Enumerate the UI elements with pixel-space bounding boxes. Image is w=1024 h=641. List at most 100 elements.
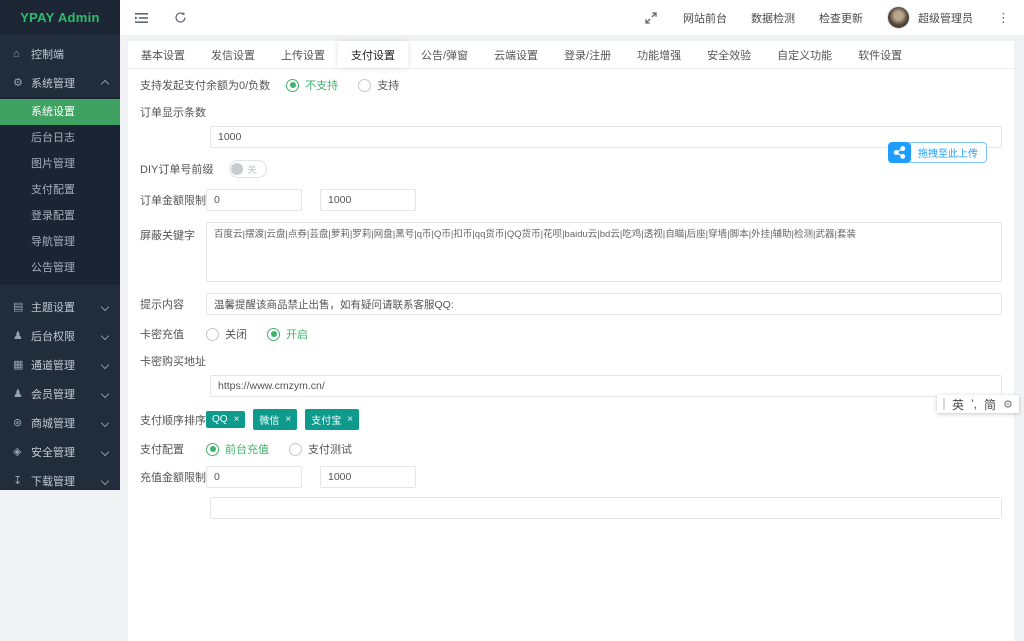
sidebar-item-label: 系统管理	[31, 77, 75, 90]
recharge-amount-row: 充值金额限制	[140, 466, 1002, 488]
tip-input[interactable]	[206, 293, 1002, 315]
tab-upload-settings[interactable]: 上传设置	[268, 41, 338, 68]
remove-tag-icon[interactable]: ×	[234, 414, 240, 425]
pay-order-tag-qq[interactable]: QQ ×	[206, 411, 246, 428]
pay-order-label: 支付顺序排序	[140, 414, 206, 427]
sidebar-item-login-config[interactable]: 登录配置	[0, 203, 120, 229]
order-amount-label: 订单金额限制	[140, 195, 206, 207]
sidebar-item-image-management[interactable]: 图片管理	[0, 151, 120, 177]
sidebar-item-mall-management[interactable]: ⊛ 商城管理	[0, 408, 120, 437]
toggle-knob	[231, 163, 244, 175]
chevron-down-icon	[100, 418, 110, 427]
keywords-label: 屏蔽关键字	[140, 230, 195, 242]
pay-config-test-option[interactable]: 支付测试	[308, 441, 352, 457]
order-count-input[interactable]	[210, 126, 1002, 148]
sidebar-item-channel-management[interactable]: ▦ 通道管理	[0, 350, 120, 379]
order-amount-min-input[interactable]	[206, 189, 302, 211]
shield-icon: ◈	[13, 446, 22, 458]
keywords-textarea[interactable]: 百度云|摆渡|云盘|点券|芸盘|萝莉|罗莉|网盘|黑号|q币|Q币|扣币|qq货…	[206, 222, 1002, 282]
upload-hint-label: 拖拽至此上传	[908, 142, 987, 163]
diy-prefix-row: DIY订单号前缀 关	[140, 160, 1002, 178]
upload-dropzone[interactable]: 拖拽至此上传	[888, 142, 987, 163]
card-url-row: 卡密购买地址	[140, 353, 1002, 397]
tab-security-verify[interactable]: 安全效验	[694, 41, 764, 68]
collapse-sidebar-icon[interactable]	[134, 10, 150, 26]
balance-pay-label: 支持发起支付余额为0/负数	[140, 80, 271, 92]
card-recharge-off-radio[interactable]	[206, 327, 219, 341]
recharge-amount-min-input[interactable]	[206, 466, 302, 488]
site-front-link[interactable]: 网站前台	[683, 10, 727, 26]
remove-tag-icon[interactable]: ×	[347, 414, 353, 425]
pay-config-front-radio[interactable]	[206, 442, 219, 456]
balance-pay-no-radio[interactable]	[286, 78, 300, 92]
tip-label: 提示内容	[140, 299, 184, 311]
fullscreen-icon[interactable]	[643, 10, 659, 26]
balance-pay-yes-option[interactable]: 支持	[377, 77, 399, 93]
ime-status-bar[interactable]: 英 ’, 简 ⚙	[937, 395, 1019, 413]
avatar[interactable]	[887, 6, 910, 29]
check-update-link[interactable]: 检查更新	[819, 10, 863, 26]
tab-basic-settings[interactable]: 基本设置	[128, 41, 198, 68]
main-content: 基本设置 发信设置 上传设置 支付设置 公告/弹窗 云端设置 登录/注册 功能增…	[120, 35, 1024, 641]
sidebar-item-download-management[interactable]: ↧ 下载管理	[0, 466, 120, 495]
topbar: 网站前台 数据检测 检查更新 超级管理员 ⋮	[120, 0, 1024, 35]
order-amount-max-input[interactable]	[320, 189, 416, 211]
toggle-off-text: 关	[247, 165, 257, 176]
ime-handle[interactable]	[943, 398, 945, 410]
data-check-link[interactable]: 数据检测	[751, 10, 795, 26]
card-recharge-on-option[interactable]: 开启	[286, 326, 308, 342]
tab-login-register[interactable]: 登录/注册	[551, 41, 624, 68]
card-recharge-off-option[interactable]: 关闭	[225, 326, 247, 342]
share-nodes-icon	[888, 142, 911, 163]
recharge-amount-max-input[interactable]	[320, 466, 416, 488]
sidebar-item-announcement-management[interactable]: 公告管理	[0, 255, 120, 281]
sidebar-item-nav-management[interactable]: 导航管理	[0, 229, 120, 255]
user-menu[interactable]: 超级管理员	[887, 6, 973, 29]
card-recharge-on-radio[interactable]	[267, 327, 280, 341]
card-url-label: 卡密购买地址	[140, 356, 206, 368]
sidebar-item-theme-settings[interactable]: ▤ 主题设置	[0, 292, 120, 321]
sidebar-item-system-settings[interactable]: 系统设置	[0, 99, 120, 125]
card-recharge-label: 卡密充值	[140, 329, 184, 341]
tab-cloud-settings[interactable]: 云端设置	[481, 41, 551, 68]
card-url-input[interactable]	[210, 375, 1002, 397]
sidebar: YPAY Admin ⌂ 控制端 ⚙ 系统管理 系统设置 后台日志 图片管理 支…	[0, 0, 120, 490]
tab-mail-settings[interactable]: 发信设置	[198, 41, 268, 68]
ime-punctuation-toggle[interactable]: ’,	[971, 397, 977, 411]
balance-pay-no-option[interactable]: 不支持	[305, 77, 338, 93]
pay-config-front-option[interactable]: 前台充值	[225, 441, 269, 457]
tab-custom-functions[interactable]: 自定义功能	[764, 41, 845, 68]
balance-pay-yes-radio[interactable]	[358, 78, 372, 92]
pay-config-row: 支付配置 前台充值 支付测试	[140, 441, 1002, 457]
tab-announcement-popup[interactable]: 公告/弹窗	[408, 41, 481, 68]
sidebar-item-security-management[interactable]: ◈ 安全管理	[0, 437, 120, 466]
tab-feature-enhance[interactable]: 功能增强	[624, 41, 694, 68]
pay-order-tag-alipay[interactable]: 支付宝 ×	[305, 409, 360, 430]
more-menu-icon[interactable]: ⋮	[997, 11, 1010, 24]
chevron-down-icon	[100, 331, 110, 340]
sidebar-item-member-management[interactable]: ♟ 会员管理	[0, 379, 120, 408]
balance-pay-row: 支持发起支付余额为0/负数 不支持 支持	[140, 77, 1002, 93]
chevron-down-icon	[100, 360, 110, 369]
sidebar-item-backend-logs[interactable]: 后台日志	[0, 125, 120, 151]
settings-card: 基本设置 发信设置 上传设置 支付设置 公告/弹窗 云端设置 登录/注册 功能增…	[128, 41, 1014, 641]
tab-software-settings[interactable]: 软件设置	[845, 41, 915, 68]
tab-payment-settings[interactable]: 支付设置	[338, 41, 408, 68]
username: 超级管理员	[918, 12, 973, 25]
ime-simplified-toggle[interactable]: 简	[984, 396, 996, 413]
order-count-row: 订单显示条数	[140, 104, 1002, 148]
diy-prefix-toggle[interactable]: 关	[229, 160, 268, 178]
keywords-row: 屏蔽关键字 百度云|摆渡|云盘|点券|芸盘|萝莉|罗莉|网盘|黑号|q币|Q币|…	[140, 222, 1002, 282]
sidebar-item-dashboard[interactable]: ⌂ 控制端	[0, 39, 120, 68]
mall-icon: ⊛	[13, 417, 23, 429]
sidebar-item-backend-permissions[interactable]: ♟ 后台权限	[0, 321, 120, 350]
next-field-input[interactable]	[210, 497, 1002, 519]
sidebar-item-payment-config[interactable]: 支付配置	[0, 177, 120, 203]
sidebar-item-system-management[interactable]: ⚙ 系统管理	[0, 68, 120, 97]
ime-settings-icon[interactable]: ⚙	[1003, 398, 1013, 411]
pay-config-test-radio[interactable]	[289, 442, 302, 456]
pay-order-tag-wechat[interactable]: 微信 ×	[253, 409, 298, 430]
refresh-icon[interactable]	[172, 10, 188, 26]
ime-english-toggle[interactable]: 英	[952, 396, 964, 413]
remove-tag-icon[interactable]: ×	[285, 414, 291, 425]
